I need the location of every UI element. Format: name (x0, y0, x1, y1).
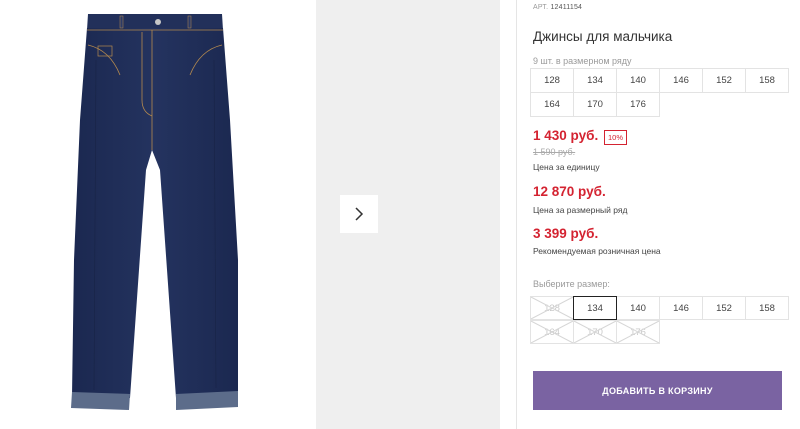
unavailable-cross-icon (574, 321, 616, 343)
size-option-128: 128 (530, 296, 574, 320)
series-size-cell: 152 (702, 68, 746, 93)
series-count-label: 9 шт. в размерном ряду (533, 56, 632, 66)
jeans-image (71, 14, 238, 410)
series-size-cell: 134 (573, 68, 617, 93)
old-price: 1 590 руб. (533, 147, 576, 157)
unit-price: 1 430 руб. (533, 128, 599, 143)
choose-size-label: Выберите размер: (533, 279, 610, 289)
retail-price: 3 399 руб. (533, 226, 599, 241)
size-option-label: 140 (630, 302, 646, 314)
panel-divider (516, 0, 517, 429)
series-size-cell: 128 (530, 68, 574, 93)
retail-price-caption: Рекомендуемая розничная цена (533, 246, 661, 256)
unit-price-caption: Цена за единицу (533, 162, 600, 172)
product-photo (0, 0, 316, 429)
series-size-cell: 176 (616, 92, 660, 117)
sku: АРТ. 12411154 (533, 4, 582, 11)
size-option-170: 170 (573, 320, 617, 344)
size-option-164: 164 (530, 320, 574, 344)
size-picker-grid: 128 134 140 146 152 158 164170176 (530, 296, 789, 344)
chevron-right-icon (355, 207, 364, 221)
unavailable-cross-icon (531, 297, 573, 319)
series-size-cell: 164 (530, 92, 574, 117)
product-title: Джинсы для мальчика (533, 29, 673, 44)
size-option-152[interactable]: 152 (702, 296, 746, 320)
size-option-140[interactable]: 140 (616, 296, 660, 320)
discount-badge: 10% (604, 130, 628, 145)
size-option-label: 158 (759, 302, 775, 314)
size-option-146[interactable]: 146 (659, 296, 703, 320)
series-size-cell: 146 (659, 68, 703, 93)
sku-prefix: АРТ. (533, 4, 549, 11)
series-size-cell: 158 (745, 68, 789, 93)
size-option-176: 176 (616, 320, 660, 344)
size-option-label: 134 (587, 302, 603, 314)
add-to-cart-button[interactable]: ДОБАВИТЬ В КОРЗИНУ (533, 371, 782, 410)
series-size-grid: 128 134 140 146 152 158 164 170 176 (530, 68, 789, 117)
gallery-next-button[interactable] (340, 195, 378, 233)
size-option-134[interactable]: 134 (573, 296, 617, 320)
size-option-label: 146 (673, 302, 689, 314)
product-gallery (0, 0, 500, 429)
unavailable-cross-icon (617, 321, 659, 343)
series-price: 12 870 руб. (533, 184, 606, 199)
size-option-label: 152 (716, 302, 732, 314)
size-option-158[interactable]: 158 (745, 296, 789, 320)
series-size-cell: 140 (616, 68, 660, 93)
series-size-cell: 170 (573, 92, 617, 117)
series-price-caption: Цена за размерный ряд (533, 205, 628, 215)
unavailable-cross-icon (531, 321, 573, 343)
sku-number: 12411154 (550, 4, 583, 11)
